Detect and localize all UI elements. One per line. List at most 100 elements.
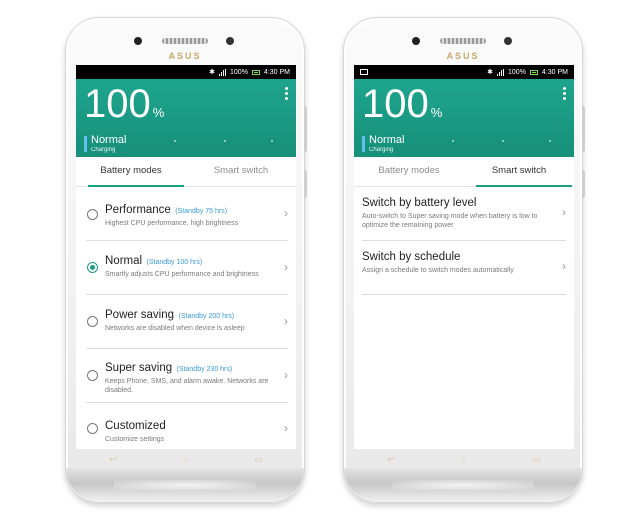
mode-description: Smartly adjusts CPU performance and brig… [105,271,259,278]
current-mode: Normal [369,134,405,146]
current-mode: Normal [91,134,127,146]
signal-icon [219,68,227,76]
battery-level: 100% [362,82,442,127]
radio-customized[interactable] [87,423,98,434]
mode-title: Power saving [105,309,175,321]
tab-smart-switch[interactable]: Smart switch [464,157,574,187]
battery-level-value: 100 [84,82,151,126]
standby-time: (Standby 200 hrs) [178,313,235,320]
overflow-menu-icon[interactable] [285,87,288,102]
top-hardware [344,34,582,48]
mode-super-saving[interactable]: Super saving (Standby 230 hrs) Keeps Pho… [86,349,288,403]
back-icon[interactable]: ↩ [109,454,117,465]
nav-bar: ↩ ○ ▭ [76,451,296,467]
battery-icon [529,69,538,75]
overflow-menu-icon[interactable] [563,87,566,102]
signal-icon [497,68,505,76]
brand-logo: ASUS [168,51,202,61]
radio-power-saving[interactable] [87,316,98,327]
mode-indicator [362,136,365,152]
mode-customized[interactable]: Customized Customize settings › [86,403,288,449]
top-hardware [66,34,304,48]
mode-description: Keeps Phone, SMS, and alarm awake. Netwo… [105,378,269,394]
nav-bar: ↩ ○ ▭ [354,451,574,467]
bottom-bezel [66,468,304,502]
earpiece-speaker [440,38,486,44]
back-icon[interactable]: ↩ [387,454,395,465]
mode-title: Customized [105,420,166,432]
phone-left: ASUS ✱ 100% 4:30 PM 100% Normal Charging… [65,17,307,503]
battery-header: 100% Normal Charging [76,79,296,157]
standby-time: (Standby 75 hrs) [175,208,228,215]
earpiece-speaker [162,38,208,44]
switch-description: Assign a schedule to switch modes automa… [362,267,514,274]
screen-battery-modes: ✱ 100% 4:30 PM 100% Normal Charging Batt… [76,65,296,449]
volume-button [304,106,307,152]
standby-time: (Standby 230 hrs) [176,366,233,373]
bluetooth-icon: ✱ [487,69,494,76]
recents-icon[interactable]: ▭ [532,454,541,465]
notification-icon [360,69,368,75]
charging-status: Charging [369,147,394,153]
chevron-right-icon: › [284,314,288,328]
switch-by-battery-level[interactable]: Switch by battery level Auto-switch to S… [362,187,566,241]
mode-title: Performance [105,204,171,216]
mode-description: Highest CPU performance, high brightness [105,220,239,227]
brand-logo: ASUS [446,51,480,61]
tab-battery-modes[interactable]: Battery modes [76,157,186,187]
screen-smart-switch: ✱ 100% 4:30 PM 100% Normal Charging Batt… [354,65,574,449]
status-bar: ✱ 100% 4:30 PM [354,65,574,79]
chevron-right-icon: › [284,206,288,220]
power-button [304,170,307,198]
mode-performance[interactable]: Performance (Standby 75 hrs) Highest CPU… [86,187,288,241]
radio-super-saving[interactable] [87,370,98,381]
chevron-right-icon: › [562,259,566,273]
standby-time: (Standby 100 hrs) [146,259,203,266]
mode-indicator [84,136,87,152]
volume-button [582,106,585,152]
mode-title: Super saving [105,362,173,374]
switch-by-schedule[interactable]: Switch by schedule Assign a schedule to … [362,241,566,295]
proximity-sensor [412,37,420,45]
power-button [582,170,585,198]
switch-title: Switch by schedule [362,251,461,263]
front-camera [504,37,512,45]
tab-battery-modes[interactable]: Battery modes [354,157,464,186]
battery-icon [251,69,260,75]
battery-level-value: 100 [362,82,429,126]
battery-header: 100% Normal Charging [354,79,574,157]
battery-percent: 100% [508,68,526,76]
clock: 4:30 PM [541,68,568,76]
home-icon[interactable]: ○ [461,454,466,464]
tab-smart-switch[interactable]: Smart switch [186,157,296,186]
battery-percent: 100% [230,68,248,76]
chevron-right-icon: › [284,368,288,382]
front-camera [226,37,234,45]
tab-bar: Battery modes Smart switch [354,157,574,187]
mode-description: Networks are disabled when device is asl… [105,325,245,332]
mode-title: Normal [105,255,143,267]
mode-normal[interactable]: Normal (Standby 100 hrs) Smartly adjusts… [86,241,288,295]
recents-icon[interactable]: ▭ [254,454,263,465]
tab-bar: Battery modes Smart switch [76,157,296,187]
mode-description: Customize settings [105,436,165,443]
mode-power-saving[interactable]: Power saving (Standby 200 hrs) Networks … [86,295,288,349]
percent-sign: % [152,105,165,120]
clock: 4:30 PM [263,68,290,76]
status-bar: ✱ 100% 4:30 PM [76,65,296,79]
percent-sign: % [430,105,443,120]
chevron-right-icon: › [284,421,288,435]
battery-level: 100% [84,82,164,127]
radio-normal[interactable] [87,262,98,273]
phone-right: ASUS ✱ 100% 4:30 PM 100% Normal Charging… [343,17,585,503]
switch-description: Auto-switch to Super saving mode when ba… [362,213,538,229]
proximity-sensor [134,37,142,45]
switch-title: Switch by battery level [362,197,477,209]
chevron-right-icon: › [562,205,566,219]
bluetooth-icon: ✱ [209,69,216,76]
charging-status: Charging [91,147,116,153]
home-icon[interactable]: ○ [183,454,188,464]
chevron-right-icon: › [284,260,288,274]
bottom-bezel [344,468,582,502]
radio-performance[interactable] [87,209,98,220]
